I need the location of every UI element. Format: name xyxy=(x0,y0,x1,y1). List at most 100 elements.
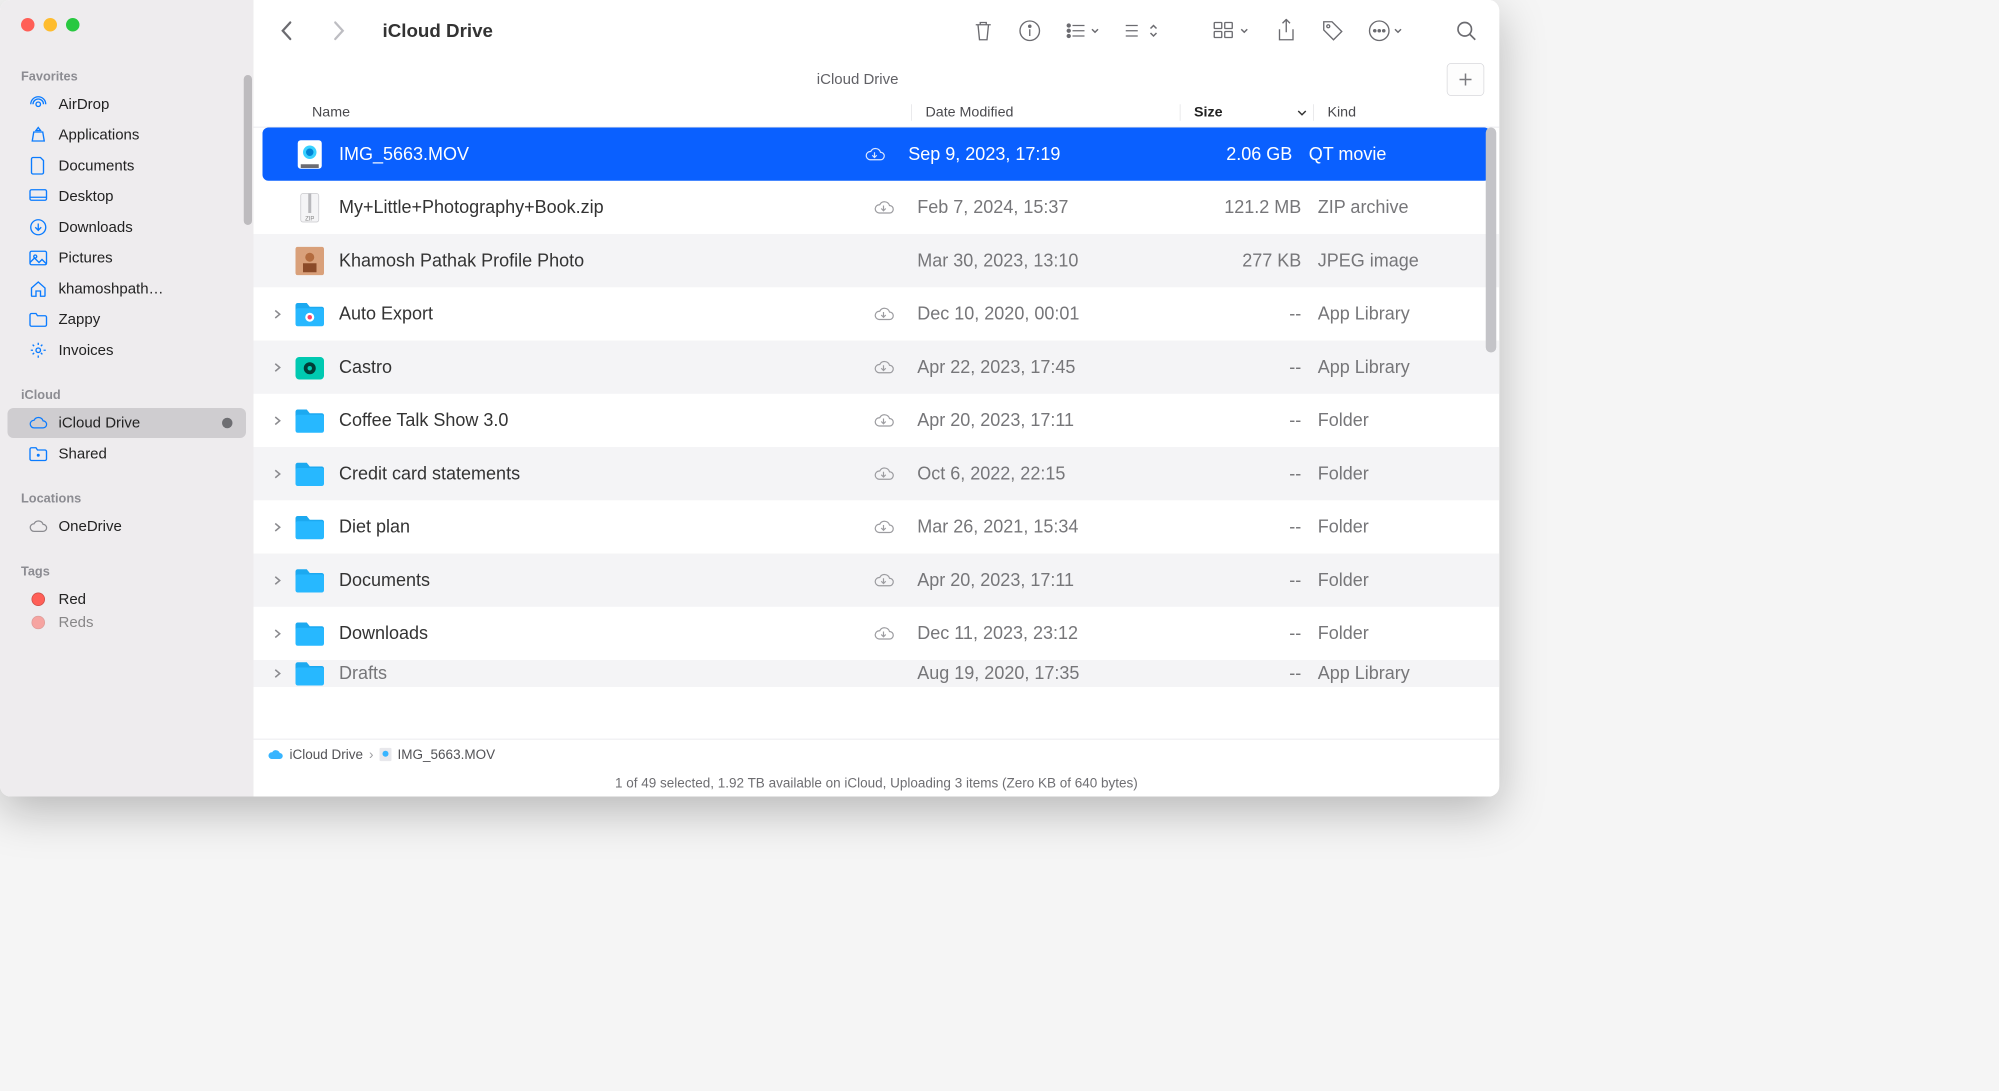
sidebar-item-label: Zappy xyxy=(59,311,233,328)
disclosure-triangle[interactable] xyxy=(273,308,294,320)
tags-button[interactable] xyxy=(1321,19,1345,43)
documents-icon xyxy=(29,156,49,176)
sidebar-item-pictures[interactable]: Pictures xyxy=(8,243,247,273)
file-row[interactable]: Auto Export Dec 10, 2020, 00:01 -- App L… xyxy=(254,287,1500,340)
sidebar-item-airdrop[interactable]: AirDrop xyxy=(8,89,247,119)
sidebar-item-onedrive[interactable]: OneDrive xyxy=(8,512,247,542)
disclosure-triangle[interactable] xyxy=(273,361,294,373)
disclosure-triangle[interactable] xyxy=(273,668,294,680)
view-button[interactable] xyxy=(1210,19,1252,43)
file-row[interactable]: Khamosh Pathak Profile Photo Mar 30, 202… xyxy=(254,234,1500,287)
file-date: Dec 11, 2023, 23:12 xyxy=(917,623,1184,644)
file-row[interactable]: Coffee Talk Show 3.0 Apr 20, 2023, 17:11… xyxy=(254,394,1500,447)
disclosure-triangle[interactable] xyxy=(273,468,294,480)
path-segment[interactable]: iCloud Drive xyxy=(290,747,364,763)
cloud-download-icon[interactable] xyxy=(863,146,908,163)
cloud-download-icon[interactable] xyxy=(872,519,917,536)
cloud-icon xyxy=(267,749,284,761)
file-kind: ZIP archive xyxy=(1318,197,1500,218)
sidebar-item-shared[interactable]: Shared xyxy=(8,439,247,469)
app-folder-icon xyxy=(294,351,326,383)
sidebar-section-icloud: iCloud xyxy=(0,380,254,407)
column-kind[interactable]: Kind xyxy=(1313,104,1499,121)
file-kind: Folder xyxy=(1318,463,1500,484)
disclosure-triangle[interactable] xyxy=(273,414,294,426)
cloud-download-icon[interactable] xyxy=(872,572,917,589)
file-row[interactable]: ZIP My+Little+Photography+Book.zip Feb 7… xyxy=(254,181,1500,234)
forward-button[interactable] xyxy=(327,19,351,43)
minimize-window-button[interactable] xyxy=(44,18,58,32)
file-list: IMG_5663.MOV Sep 9, 2023, 17:19 2.06 GB … xyxy=(254,128,1500,739)
close-window-button[interactable] xyxy=(21,18,35,32)
file-kind: Folder xyxy=(1318,623,1500,644)
file-name: Khamosh Pathak Profile Photo xyxy=(339,250,872,271)
cloud-download-icon[interactable] xyxy=(872,412,917,429)
share-button[interactable] xyxy=(1274,19,1298,43)
fullscreen-window-button[interactable] xyxy=(66,18,80,32)
file-size: 277 KB xyxy=(1184,250,1318,271)
file-name: Drafts xyxy=(339,663,872,684)
more-button[interactable] xyxy=(1367,19,1403,43)
sidebar-scrollbar[interactable] xyxy=(244,75,252,225)
sort-chevron-icon xyxy=(1297,108,1308,116)
tag-dot-icon xyxy=(29,615,49,630)
sidebar-item-home[interactable]: khamoshpath… xyxy=(8,274,247,304)
app-folder-icon xyxy=(294,298,326,330)
sidebar-item-documents[interactable]: Documents xyxy=(8,151,247,181)
sidebar-item-invoices[interactable]: Invoices xyxy=(8,335,247,365)
file-date: Sep 9, 2023, 17:19 xyxy=(908,144,1175,165)
sidebar-item-zappy[interactable]: Zappy xyxy=(8,305,247,335)
column-name[interactable]: Name xyxy=(312,104,911,121)
sidebar-item-label: Reds xyxy=(59,615,233,630)
cloud-download-icon[interactable] xyxy=(872,359,917,376)
file-row[interactable]: Drafts Aug 19, 2020, 17:35 -- App Librar… xyxy=(254,660,1500,687)
trash-button[interactable] xyxy=(971,19,995,43)
cloud-download-icon[interactable] xyxy=(872,625,917,642)
file-kind: App Library xyxy=(1318,303,1500,324)
disclosure-triangle[interactable] xyxy=(273,627,294,639)
cloud-download-icon[interactable] xyxy=(872,199,917,216)
sidebar-item-applications[interactable]: Applications xyxy=(8,120,247,150)
sidebar-item-tag-reds[interactable]: Reds xyxy=(8,615,247,630)
footer: iCloud Drive › IMG_5663.MOV 1 of 49 sele… xyxy=(254,739,1500,797)
sidebar-item-downloads[interactable]: Downloads xyxy=(8,212,247,242)
back-button[interactable] xyxy=(275,19,299,43)
path-segment[interactable]: IMG_5663.MOV xyxy=(398,747,496,763)
file-size: -- xyxy=(1184,357,1318,378)
path-header-title: iCloud Drive xyxy=(269,71,1447,88)
file-kind: JPEG image xyxy=(1318,250,1500,271)
file-kind: Folder xyxy=(1318,570,1500,591)
folder-icon xyxy=(294,618,326,650)
sidebar-item-label: Shared xyxy=(59,445,233,462)
file-size: -- xyxy=(1184,516,1318,537)
folder-icon xyxy=(29,310,49,330)
file-name: My+Little+Photography+Book.zip xyxy=(339,197,872,218)
file-date: Mar 26, 2021, 15:34 xyxy=(917,516,1184,537)
list-scrollbar[interactable] xyxy=(1486,128,1497,353)
file-row[interactable]: IMG_5663.MOV Sep 9, 2023, 17:19 2.06 GB … xyxy=(263,128,1491,181)
group-button[interactable] xyxy=(1064,19,1100,43)
file-date: Apr 20, 2023, 17:11 xyxy=(917,410,1184,431)
column-size[interactable]: Size xyxy=(1180,104,1314,121)
sidebar-item-icloud-drive[interactable]: iCloud Drive xyxy=(8,408,247,438)
search-button[interactable] xyxy=(1454,19,1478,43)
sidebar-item-desktop[interactable]: Desktop xyxy=(8,182,247,212)
cloud-download-icon[interactable] xyxy=(872,465,917,482)
file-row[interactable]: Credit card statements Oct 6, 2022, 22:1… xyxy=(254,447,1500,500)
file-row[interactable]: Diet plan Mar 26, 2021, 15:34 -- Folder xyxy=(254,500,1500,553)
column-date[interactable]: Date Modified xyxy=(911,104,1180,121)
disclosure-triangle[interactable] xyxy=(273,574,294,586)
info-button[interactable] xyxy=(1018,19,1042,43)
sort-button[interactable] xyxy=(1123,19,1159,43)
file-size: -- xyxy=(1184,463,1318,484)
add-folder-button[interactable] xyxy=(1447,63,1485,96)
file-row[interactable]: Castro Apr 22, 2023, 17:45 -- App Librar… xyxy=(254,341,1500,394)
cloud-download-icon[interactable] xyxy=(872,306,917,323)
file-row[interactable]: Downloads Dec 11, 2023, 23:12 -- Folder xyxy=(254,607,1500,660)
file-name: Documents xyxy=(339,570,872,591)
jpeg-icon xyxy=(294,245,326,277)
disclosure-triangle[interactable] xyxy=(273,521,294,533)
file-row[interactable]: Documents Apr 20, 2023, 17:11 -- Folder xyxy=(254,554,1500,607)
file-date: Aug 19, 2020, 17:35 xyxy=(917,663,1184,684)
sidebar-item-tag-red[interactable]: Red xyxy=(8,584,247,614)
